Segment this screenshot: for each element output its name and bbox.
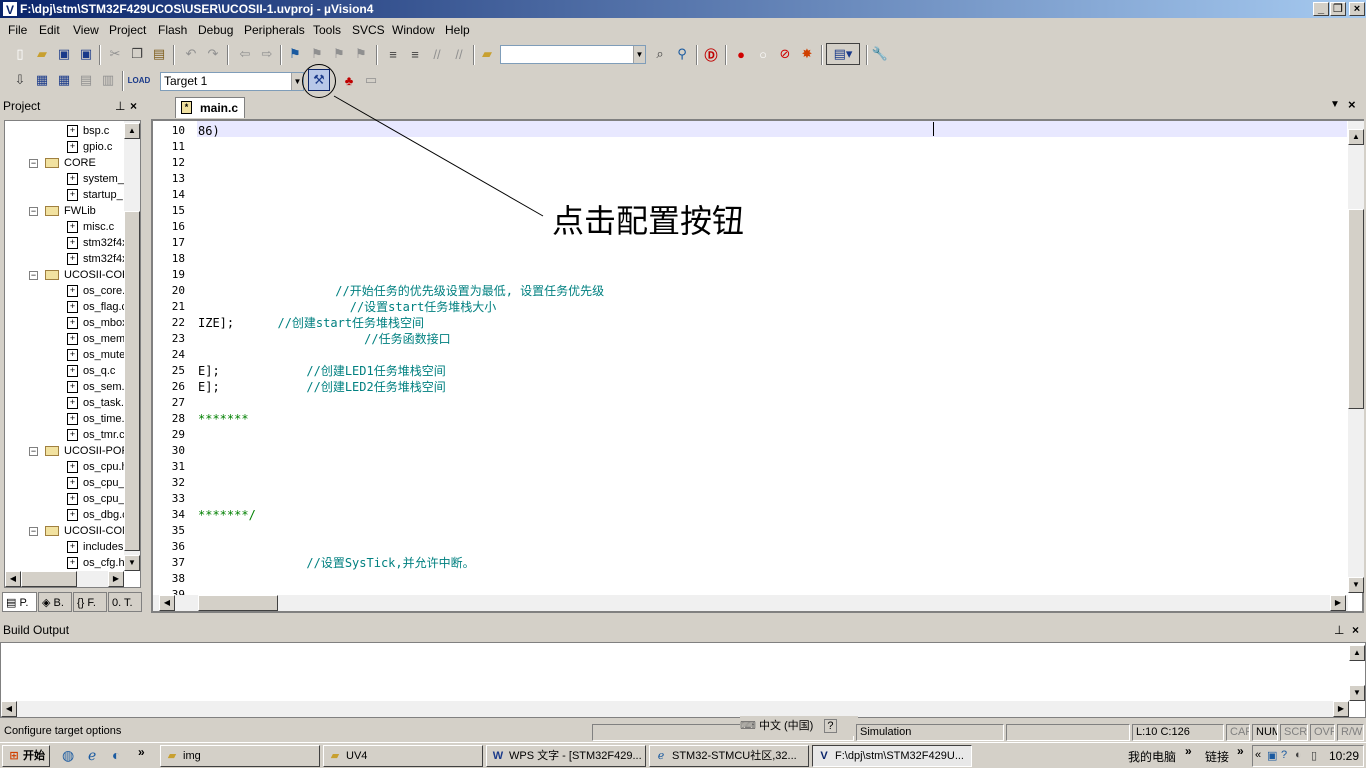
task-wps[interactable]: W WPS 文字 - [STM32F429...: [486, 745, 646, 767]
scroll-right-icon[interactable]: ▶: [1333, 701, 1349, 717]
wps-writer-icon: W: [492, 750, 504, 762]
start-button[interactable]: ⊞ 开始: [2, 745, 50, 767]
links-more-icon[interactable]: »: [1237, 744, 1244, 758]
status-num: NUM: [1252, 724, 1278, 741]
browser-icon: ℯ: [657, 750, 665, 762]
task-img-label: img: [183, 750, 201, 762]
status-ovr: OVR: [1310, 724, 1335, 741]
help-tray-icon[interactable]: ?: [1281, 749, 1287, 761]
quicklaunch-icon[interactable]: ◐: [112, 747, 120, 763]
task-browser-label: STM32-STMCU社区,32...: [672, 750, 797, 762]
task-uv4[interactable]: ▰ UV4: [323, 745, 483, 767]
task-img[interactable]: ▰ img: [160, 745, 320, 767]
task-uvision[interactable]: V F:\dpj\stm\STM32F429U...: [812, 745, 972, 767]
build-output-header: Build Output ⊥ ×: [0, 620, 1366, 640]
annotation-pointer-line: [333, 95, 544, 217]
status-position: L:10 C:126: [1132, 724, 1224, 741]
toolbar-more-icon[interactable]: »: [1185, 744, 1192, 758]
horizontal-scrollbar[interactable]: ◀ ▶: [1, 701, 1349, 717]
tray-expand-icon[interactable]: «: [1255, 749, 1261, 761]
ime-language: 中文 (中国): [758, 720, 814, 732]
keyboard-icon: ⌨: [740, 720, 756, 732]
annotation-label: 点击配置按钮: [552, 202, 745, 240]
scroll-up-icon[interactable]: ▲: [1349, 645, 1365, 661]
internet-explorer-icon[interactable]: ℯ: [88, 747, 96, 764]
ime-bar[interactable]: ⌨ 中文 (中国) ?: [740, 716, 858, 736]
pin-icon[interactable]: ⊥: [1334, 620, 1344, 640]
task-uvision-label: F:\dpj\stm\STM32F429U...: [835, 750, 964, 762]
status-empty-pane-2: [1006, 724, 1130, 741]
scroll-down-icon[interactable]: ▼: [1349, 685, 1365, 701]
show-desktop-icon[interactable]: ◍: [62, 747, 74, 764]
system-tray: « ▣ ? ◐ ▯ 10:29: [1252, 745, 1364, 767]
task-browser[interactable]: ℯ STM32-STMCU社区,32...: [649, 745, 809, 767]
folder-icon: ▰: [167, 750, 177, 762]
quicklaunch-more-icon[interactable]: »: [138, 745, 145, 759]
close-panel-icon[interactable]: ×: [1352, 620, 1359, 640]
windows-logo-icon: ⊞: [9, 750, 19, 762]
uvision-icon: V: [820, 750, 828, 762]
status-bar: Configure target options ⌨ 中文 (中国) ? Sim…: [0, 716, 1366, 742]
status-caps: CAP: [1226, 724, 1250, 741]
volume-icon[interactable]: ◐: [1295, 749, 1302, 761]
build-output-title: Build Output: [3, 623, 70, 637]
phone-icon[interactable]: ▯: [1311, 749, 1317, 762]
clock: 10:29: [1329, 749, 1360, 763]
status-message: Configure target options: [4, 725, 122, 737]
start-label: 开始: [23, 750, 45, 762]
scroll-left-icon[interactable]: ◀: [1, 701, 17, 717]
status-mode: Simulation: [856, 724, 1004, 741]
task-uv4-label: UV4: [346, 750, 368, 762]
task-wps-label: WPS 文字 - [STM32F429...: [509, 750, 642, 762]
folder-icon: ▰: [330, 750, 340, 762]
my-computer-toolbar[interactable]: 我的电脑: [1128, 748, 1176, 765]
ime-help-icon[interactable]: ?: [824, 719, 837, 733]
status-rw: R/W: [1337, 724, 1364, 741]
taskbar: ⊞ 开始 ◍ ℯ ◐ » ▰ img ▰ UV4 W WPS 文字 - [STM…: [0, 742, 1366, 768]
build-output-pane[interactable]: ▲ ▼ ◀ ▶: [0, 642, 1366, 718]
network-icon[interactable]: ▣: [1267, 749, 1277, 762]
links-toolbar[interactable]: 链接: [1205, 748, 1229, 765]
status-scrl: SCRL: [1280, 724, 1308, 741]
